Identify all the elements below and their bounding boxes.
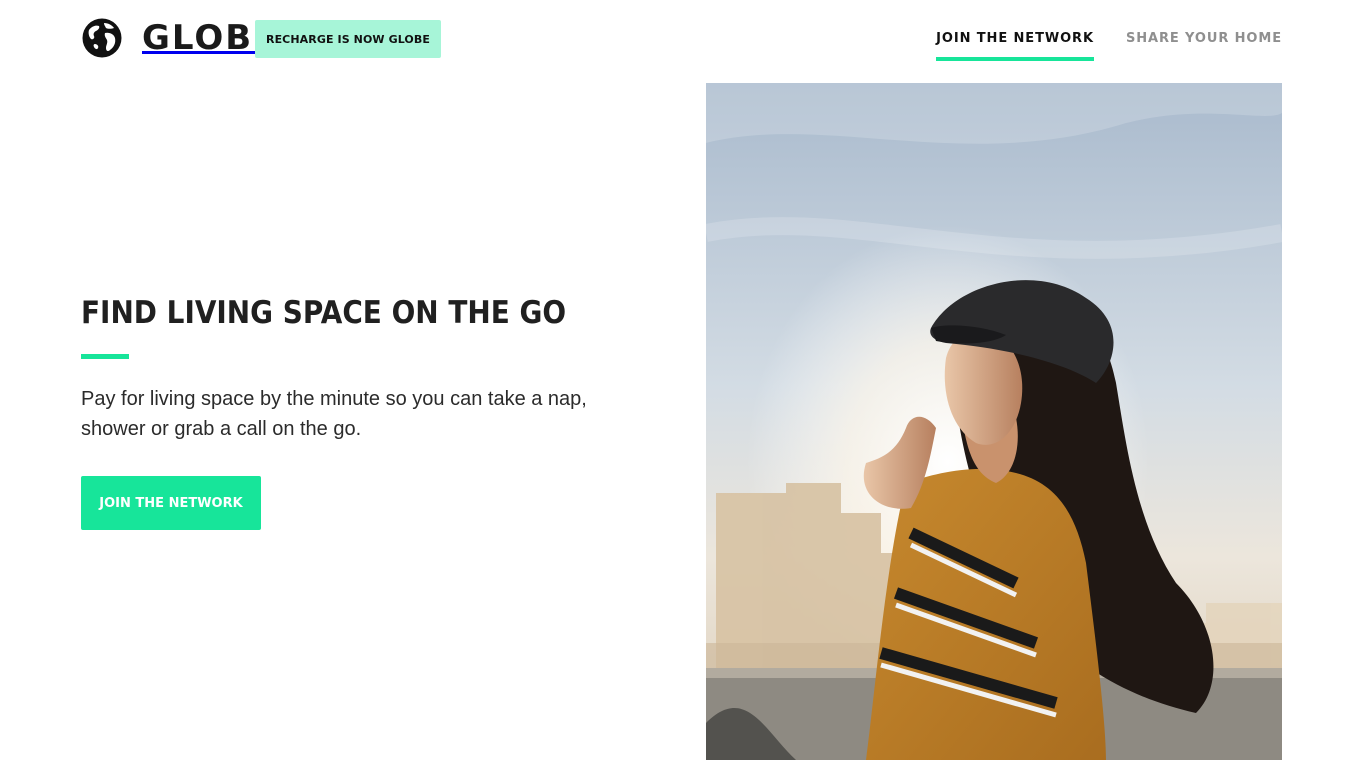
hero-photo	[706, 83, 1282, 760]
logo[interactable]: GLOBE	[81, 17, 278, 59]
join-network-button[interactable]: JOIN THE NETWORK	[81, 476, 261, 530]
hero-description: Pay for living space by the minute so yo…	[81, 388, 587, 440]
main-nav: JOIN THE NETWORK SHARE YOUR HOME	[936, 28, 1282, 61]
hero-headline: FIND LIVING SPACE ON THE GO	[81, 295, 567, 331]
nav-share-your-home[interactable]: SHARE YOUR HOME	[1126, 28, 1282, 61]
headline-accent-rule	[81, 354, 129, 359]
globe-icon	[82, 18, 122, 58]
landing-page: GLOBE RECHARGE IS NOW GLOBE JOIN THE NET…	[0, 0, 1363, 778]
rebrand-notice-badge: RECHARGE IS NOW GLOBE	[255, 20, 441, 58]
nav-join-the-network[interactable]: JOIN THE NETWORK	[936, 28, 1094, 61]
